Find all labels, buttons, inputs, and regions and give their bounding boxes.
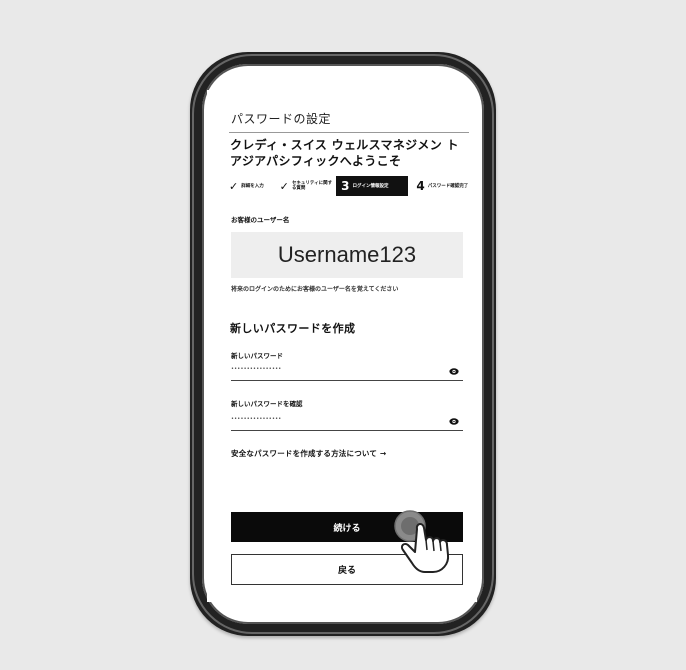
step-3-active: 3 ログイン情報設定 [336, 176, 409, 196]
eye-icon[interactable] [449, 367, 459, 376]
confirm-password-label: 新しいパスワードを確認 [231, 400, 303, 408]
confirm-password-field[interactable]: •••••••••••••••• [231, 414, 463, 431]
username-display: Username123 [231, 232, 463, 278]
new-password-field[interactable]: •••••••••••••••• [231, 364, 463, 381]
create-password-heading: 新しいパスワードを作成 [230, 322, 356, 335]
page-title: パスワードの設定 [231, 112, 332, 126]
step-4-number: 4 [416, 178, 425, 193]
step-1-label: 詳細を入力 [241, 183, 264, 189]
pointing-hand-icon [394, 510, 450, 573]
step-4: 4 パスワード確認完了 [416, 176, 469, 196]
username-hint: 将来のログインのためにお客様のユーザー名を覚えてください [231, 286, 399, 293]
confirm-password-value: •••••••••••••••• [231, 416, 282, 422]
new-password-value: •••••••••••••••• [231, 366, 282, 372]
new-password-label: 新しいパスワード [231, 352, 283, 360]
title-divider [229, 132, 469, 133]
checkmark-icon: ✓ [279, 179, 289, 193]
username-value: Username123 [277, 242, 417, 267]
canvas: パスワードの設定 クレディ・スイス ウェルスマネジメン トアジアパシフィックへよ… [0, 0, 686, 670]
step-3-label: ログイン情報設定 [352, 183, 389, 189]
welcome-heading: クレディ・スイス ウェルスマネジメン トアジアパシフィックへようこそ [230, 138, 459, 168]
step-3-number: 3 [341, 178, 350, 193]
step-2: ✓ セキュリティに関する質問 [280, 176, 336, 196]
step-2-label: セキュリティに関する質問 [291, 181, 333, 191]
secure-password-link[interactable]: 安全なパスワードを作成する方法について → [231, 448, 386, 459]
progress-steps: ✓ 詳細を入力 ✓ セキュリティに関する質問 3 ログイン情報設定 4 パスワー… [229, 174, 469, 198]
step-4-label: パスワード確認完了 [427, 183, 469, 189]
eye-icon[interactable] [449, 417, 459, 426]
step-1: ✓ 詳細を入力 [229, 176, 280, 196]
checkmark-icon: ✓ [229, 179, 239, 193]
username-label: お客様のユーザー名 [231, 216, 290, 224]
